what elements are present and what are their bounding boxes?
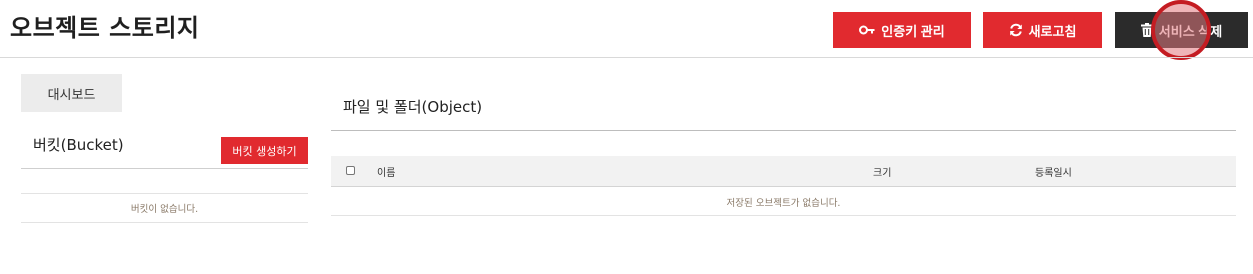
- refresh-icon: [1009, 23, 1023, 37]
- refresh-label: 새로고침: [1028, 23, 1077, 39]
- key-icon: [859, 24, 875, 36]
- select-all-checkbox[interactable]: [346, 166, 355, 175]
- header-divider: [0, 57, 1253, 58]
- create-bucket-button[interactable]: 버킷 생성하기: [221, 137, 308, 164]
- bucket-empty-message: 버킷이 없습니다.: [130, 204, 199, 215]
- bucket-divider: [21, 168, 308, 169]
- auth-key-manage-button[interactable]: 인증키 관리: [833, 12, 971, 48]
- delete-service-label: 서비스 삭제: [1158, 23, 1223, 39]
- objects-divider: [331, 130, 1236, 131]
- objects-section-title: 파일 및 폴더(Object): [343, 98, 483, 116]
- objects-empty-message: 저장된 오브젝트가 없습니다.: [726, 198, 841, 209]
- objects-table-header: 이름 크기 등록일시: [331, 156, 1236, 187]
- page-title: 오브젝트 스토리지: [10, 14, 200, 42]
- bucket-list-bottom-border: [21, 222, 308, 223]
- objects-table-bottom-border: [331, 215, 1236, 216]
- bucket-list-top-border: [21, 193, 308, 194]
- column-header-date[interactable]: 등록일시: [1035, 164, 1072, 179]
- dashboard-button[interactable]: 대시보드: [21, 74, 122, 112]
- auth-key-manage-label: 인증키 관리: [881, 23, 945, 39]
- refresh-button[interactable]: 새로고침: [983, 12, 1102, 48]
- bucket-section-title: 버킷(Bucket): [33, 136, 124, 154]
- trash-icon: [1140, 23, 1153, 37]
- column-header-size[interactable]: 크기: [873, 164, 891, 179]
- delete-service-button[interactable]: 서비스 삭제: [1115, 12, 1248, 48]
- column-header-name[interactable]: 이름: [377, 164, 395, 179]
